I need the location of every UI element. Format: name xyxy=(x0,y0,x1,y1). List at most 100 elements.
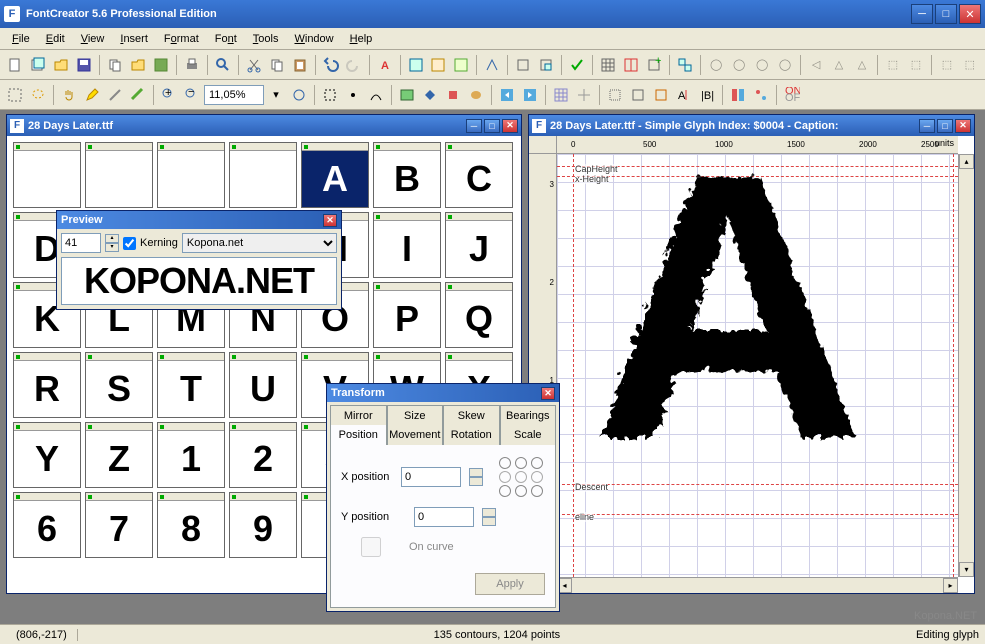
select-rect-icon[interactable] xyxy=(4,84,26,106)
tb-A-icon[interactable]: A xyxy=(374,54,396,76)
search-icon[interactable] xyxy=(212,54,234,76)
tb-plus-icon[interactable]: + xyxy=(643,54,665,76)
glyph-cell[interactable] xyxy=(85,142,153,208)
measure-icon[interactable] xyxy=(127,84,149,106)
minimize-button[interactable]: ─ xyxy=(911,4,933,24)
toggle1-icon[interactable] xyxy=(727,84,749,106)
dim9-icon[interactable]: ⬚ xyxy=(905,54,927,76)
glyph-window-titlebar[interactable]: F 28 Days Later.ttf ─ □ ✕ xyxy=(7,115,521,136)
cut-icon[interactable] xyxy=(243,54,265,76)
tab-size[interactable]: Size xyxy=(387,405,444,425)
hand-icon[interactable] xyxy=(58,84,80,106)
paste-icon[interactable] xyxy=(289,54,311,76)
copy-icon[interactable] xyxy=(104,54,126,76)
menu-file[interactable]: File xyxy=(4,31,38,47)
grid2-icon[interactable] xyxy=(620,54,642,76)
glyph-cell[interactable]: R xyxy=(13,352,81,418)
save2-icon[interactable] xyxy=(150,54,172,76)
kerning-checkbox[interactable] xyxy=(123,237,136,250)
tab-rotation[interactable]: Rotation xyxy=(443,425,500,445)
zoom-fit-icon[interactable] xyxy=(288,84,310,106)
glyph-cell[interactable]: I xyxy=(373,212,441,278)
y-position-input[interactable] xyxy=(414,507,474,527)
spin-up-icon[interactable]: ▴ xyxy=(105,234,119,243)
dim4-icon[interactable]: ◯ xyxy=(774,54,796,76)
undo-icon[interactable] xyxy=(320,54,342,76)
onoff-icon[interactable]: ONOFF xyxy=(781,84,803,106)
preview-size-input[interactable] xyxy=(61,233,101,253)
maximize-button[interactable]: □ xyxy=(935,4,957,24)
glyph-canvas[interactable]: CapHeight x-Height Descent eline A xyxy=(557,154,958,577)
windows-icon[interactable] xyxy=(674,54,696,76)
print-icon[interactable] xyxy=(181,54,203,76)
zoom-input[interactable]: 11,05% xyxy=(204,85,264,105)
glyph-cell[interactable]: 7 xyxy=(85,492,153,558)
tb-a3-icon[interactable] xyxy=(450,54,472,76)
subwin-close-button[interactable]: ✕ xyxy=(502,119,518,133)
lasso-icon[interactable] xyxy=(27,84,49,106)
menu-font[interactable]: Font xyxy=(207,31,245,47)
menu-help[interactable]: Help xyxy=(342,31,381,47)
anchor-grid[interactable] xyxy=(499,457,545,497)
menu-window[interactable]: Window xyxy=(286,31,341,47)
glyph-cell[interactable] xyxy=(13,142,81,208)
dim11-icon[interactable]: ⬚ xyxy=(959,54,981,76)
rect-tool-icon[interactable] xyxy=(319,84,341,106)
save-icon[interactable] xyxy=(73,54,95,76)
toggle2-icon[interactable] xyxy=(750,84,772,106)
dim8-icon[interactable]: ⬚ xyxy=(882,54,904,76)
folder-icon[interactable] xyxy=(127,54,149,76)
subwin-close-button[interactable]: ✕ xyxy=(955,119,971,133)
guides-icon[interactable] xyxy=(573,84,595,106)
fill-icon[interactable] xyxy=(419,84,441,106)
subwin-maximize-button[interactable]: □ xyxy=(484,119,500,133)
dim6-icon[interactable]: △ xyxy=(828,54,850,76)
glyph-cell[interactable]: Z xyxy=(85,422,153,488)
knife-icon[interactable] xyxy=(104,84,126,106)
tab-scale[interactable]: Scale xyxy=(500,425,557,445)
grid-icon[interactable] xyxy=(597,54,619,76)
glyph-cell[interactable]: S xyxy=(85,352,153,418)
glyph-cell[interactable]: T xyxy=(157,352,225,418)
glyph-cell[interactable]: 6 xyxy=(13,492,81,558)
dim3-icon[interactable]: ◯ xyxy=(751,54,773,76)
new-icon[interactable] xyxy=(4,54,26,76)
preview-text-select[interactable]: Kopona.net xyxy=(182,233,337,253)
grid3-icon[interactable] xyxy=(550,84,572,106)
tb-c1-icon[interactable] xyxy=(512,54,534,76)
scrollbar-vertical[interactable]: ▴ ▾ xyxy=(958,154,974,577)
snap5-icon[interactable]: |B| xyxy=(696,84,718,106)
image-icon[interactable] xyxy=(396,84,418,106)
shape-icon[interactable] xyxy=(442,84,464,106)
glyph-cell[interactable]: 8 xyxy=(157,492,225,558)
glyph-cell[interactable] xyxy=(157,142,225,208)
transform-close-button[interactable]: ✕ xyxy=(541,387,555,400)
glyph-cell[interactable]: Q xyxy=(445,282,513,348)
prev-icon[interactable] xyxy=(496,84,518,106)
dim10-icon[interactable]: ⬚ xyxy=(936,54,958,76)
menu-view[interactable]: View xyxy=(73,31,113,47)
tb-a1-icon[interactable] xyxy=(405,54,427,76)
subwin-minimize-button[interactable]: ─ xyxy=(919,119,935,133)
dim1-icon[interactable]: ◯ xyxy=(705,54,727,76)
menu-format[interactable]: Format xyxy=(156,31,207,47)
next-icon[interactable] xyxy=(519,84,541,106)
glyph-cell[interactable]: A xyxy=(301,142,369,208)
tab-mirror[interactable]: Mirror xyxy=(330,405,387,425)
preview-close-button[interactable]: ✕ xyxy=(323,214,337,227)
spin-down-icon[interactable] xyxy=(482,517,496,526)
x-position-input[interactable] xyxy=(401,467,461,487)
scrollbar-horizontal[interactable]: ◂ ▸ xyxy=(557,577,958,593)
spin-up-icon[interactable] xyxy=(482,508,496,517)
open-icon[interactable] xyxy=(50,54,72,76)
new-project-icon[interactable] xyxy=(27,54,49,76)
check-icon[interactable] xyxy=(566,54,588,76)
tb-b1-icon[interactable] xyxy=(481,54,503,76)
tab-movement[interactable]: Movement xyxy=(387,425,444,445)
spin-down-icon[interactable] xyxy=(469,477,483,486)
tab-position[interactable]: Position xyxy=(330,425,387,445)
glyph-cell[interactable]: P xyxy=(373,282,441,348)
pen-icon[interactable] xyxy=(81,84,103,106)
glyph-shape[interactable]: A xyxy=(587,154,861,521)
ruler-horizontal[interactable]: 0 500 1000 1500 2000 2500 units xyxy=(557,136,958,154)
